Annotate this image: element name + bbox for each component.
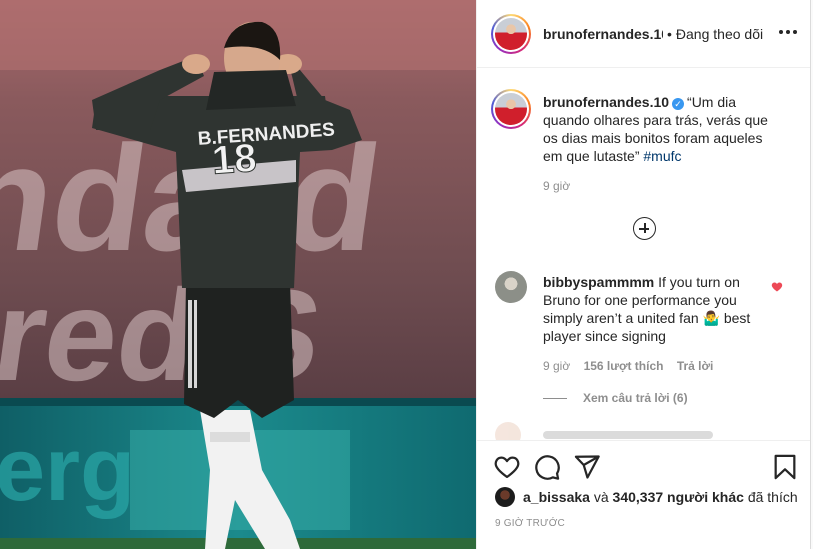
caption-username[interactable]: brunofernandes.10 <box>543 94 669 110</box>
comment-text-block: bibbyspammmm If you turn on Bruno for on… <box>543 273 761 345</box>
caption-time: 9 giờ <box>543 179 571 193</box>
comments-section[interactable]: brunofernandes.10 ✓ “Um dia quando olhares… <box>477 69 811 440</box>
likes-suffix: đã thích <box>747 489 798 505</box>
heart-outline-icon[interactable] <box>493 453 521 481</box>
likes-connector: và <box>593 489 609 505</box>
heart-filled-icon[interactable] <box>771 281 783 293</box>
verified-badge-icon: ✓ <box>672 98 685 110</box>
post-timestamp[interactable]: 9 GIỜ TRƯỚC <box>495 518 565 529</box>
view-replies-label: Xem câu trả lời (6) <box>583 391 688 405</box>
caption-avatar[interactable] <box>491 89 531 129</box>
commenter-username[interactable]: bibbyspammmm <box>543 274 654 290</box>
jersey-number: 18 <box>210 136 257 183</box>
comment-time: 9 giờ <box>543 359 571 373</box>
plus-circle-icon[interactable] <box>633 217 656 240</box>
bookmark-icon[interactable] <box>771 453 799 481</box>
paper-plane-icon[interactable] <box>573 453 601 481</box>
post-actions: a_bissaka và 340,337 người khác đã thích… <box>477 440 811 549</box>
post-caption: brunofernandes.10 ✓ “Um dia quando olhares… <box>491 89 783 165</box>
author-username[interactable]: brunofernandes.10 <box>543 26 663 42</box>
view-replies-button[interactable]: Xem câu trả lời (6) <box>543 391 688 405</box>
comment-likes[interactable]: 156 lượt thích <box>584 359 664 373</box>
post-header: brunofernandes.10 • Đang theo dõi <box>477 0 811 68</box>
next-comment-preview <box>495 422 715 440</box>
following-button[interactable]: Đang theo dõi <box>676 26 763 42</box>
likes-summary: a_bissaka và 340,337 người khác đã thích <box>495 487 798 507</box>
liker-avatar[interactable] <box>495 487 515 507</box>
svg-text:erg: erg <box>0 420 135 520</box>
post-photo[interactable]: ndard ared S erg <box>0 0 476 549</box>
commenter-avatar[interactable] <box>495 271 527 303</box>
author-avatar[interactable] <box>491 13 531 54</box>
caption-text-block: brunofernandes.10 ✓ “Um dia quando olhares… <box>543 93 783 165</box>
reply-button[interactable]: Trả lời <box>677 359 714 373</box>
hashtag-link[interactable]: #mufc <box>643 148 681 164</box>
more-horizontal-icon[interactable] <box>779 30 797 36</box>
replies-divider <box>543 397 567 399</box>
post-details-panel: brunofernandes.10 • Đang theo dõi brunof… <box>476 0 811 549</box>
separator-dot: • <box>667 25 672 42</box>
liker-username[interactable]: a_bissaka <box>523 489 590 505</box>
comment-icon[interactable] <box>533 453 561 481</box>
likes-others[interactable]: 340,337 người khác <box>613 489 744 505</box>
comment-meta: 9 giờ 156 lượt thích Trả lời <box>543 359 723 373</box>
